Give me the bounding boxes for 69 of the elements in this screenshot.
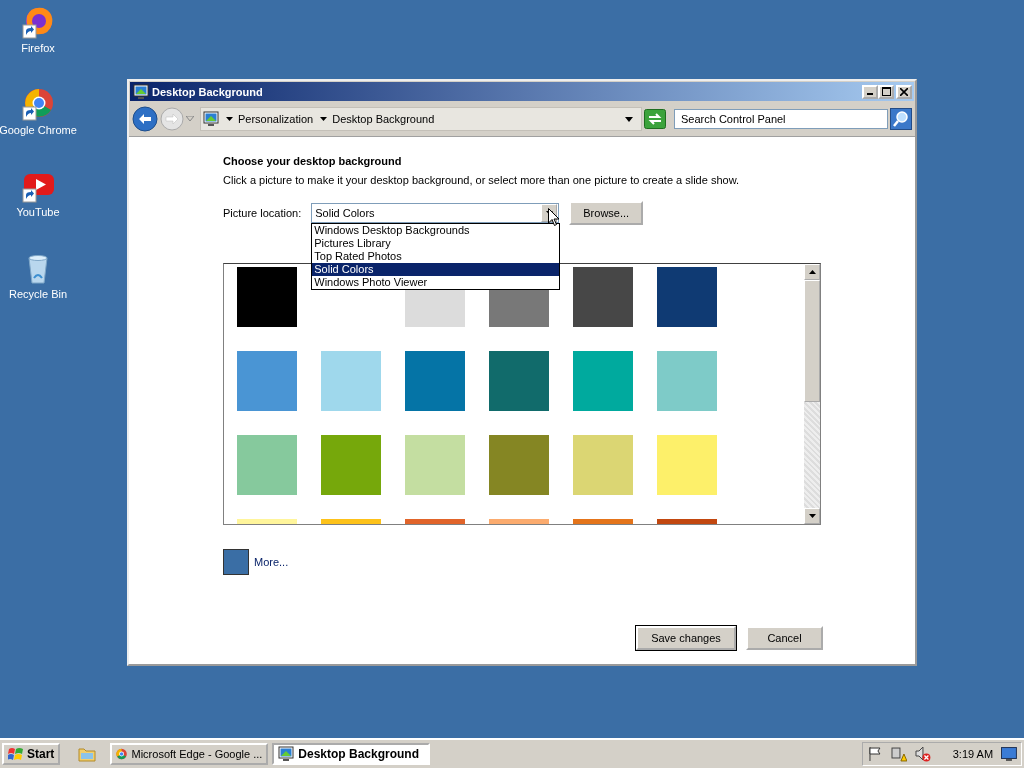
flag-icon[interactable] xyxy=(867,746,883,762)
browser-logo-icon xyxy=(116,746,128,762)
icon-label[interactable]: Google Chrome xyxy=(0,124,77,136)
browser-logo-icon[interactable] xyxy=(21,88,55,122)
color-swatch[interactable] xyxy=(489,351,549,411)
caret-icon[interactable] xyxy=(226,117,233,121)
monitor-icon xyxy=(133,83,149,100)
caret-icon[interactable] xyxy=(320,117,328,121)
close-button[interactable] xyxy=(896,84,912,99)
color-swatch[interactable] xyxy=(321,351,381,411)
clock[interactable]: 3:19 AM xyxy=(952,748,994,760)
network-warning-icon[interactable] xyxy=(890,746,907,762)
current-color-swatch[interactable] xyxy=(223,549,249,575)
save-button[interactable]: Save changes xyxy=(636,626,736,650)
dropdown-option[interactable]: Solid Colors xyxy=(312,263,560,276)
more-link[interactable]: More... xyxy=(254,556,289,568)
address-bar[interactable]: Personalization Desktop Background xyxy=(200,107,642,131)
color-swatch[interactable] xyxy=(321,435,381,495)
windows-flag-icon xyxy=(8,747,24,761)
close-icon xyxy=(900,87,908,96)
icon-label[interactable]: Recycle Bin xyxy=(8,288,68,300)
monitor-icon xyxy=(278,746,295,762)
dropdown-option[interactable]: Windows Photo Viewer xyxy=(312,276,560,289)
back-button[interactable] xyxy=(132,106,158,132)
dropdown-option[interactable]: Top Rated Photos xyxy=(312,250,560,263)
scrollbar[interactable] xyxy=(804,264,820,524)
color-swatch[interactable] xyxy=(657,267,717,327)
minimize-icon xyxy=(867,93,873,95)
control-panel-icon xyxy=(203,111,219,127)
fox-logo-icon[interactable] xyxy=(21,6,55,40)
color-swatch[interactable] xyxy=(237,267,297,327)
scroll-down-icon[interactable] xyxy=(808,514,816,518)
speaker-muted-icon[interactable] xyxy=(914,746,931,762)
browse-button[interactable]: Browse... xyxy=(569,201,644,225)
refresh-button[interactable] xyxy=(644,109,666,129)
search-icon[interactable] xyxy=(890,108,912,130)
window-title: Desktop Background xyxy=(152,85,263,98)
cancel-button[interactable]: Cancel xyxy=(746,626,823,650)
icon-label[interactable]: Firefox xyxy=(21,42,55,54)
dropdown-caret-icon[interactable] xyxy=(625,116,633,122)
breadcrumb[interactable]: Personalization xyxy=(238,113,314,125)
field-label: Picture location: xyxy=(223,207,302,219)
color-swatch[interactable] xyxy=(573,435,633,495)
taskbar-button[interactable]: Desktop Background xyxy=(272,743,431,765)
taskbar-button[interactable]: Microsoft Edge - Google ... xyxy=(110,743,269,765)
color-swatch[interactable] xyxy=(405,435,465,495)
color-swatch[interactable] xyxy=(489,435,549,495)
minimize-button[interactable] xyxy=(862,84,878,99)
icon-label[interactable]: YouTube xyxy=(16,206,60,218)
scroll-up-icon[interactable] xyxy=(808,270,816,274)
description-text: Click a picture to make it your desktop background, or select more than one picture to create a slide show. xyxy=(223,174,741,186)
search-field[interactable]: Search Control Panel xyxy=(674,109,888,129)
start-button[interactable]: Start xyxy=(2,743,61,765)
picture-location-dropdown[interactable]: Solid Colors xyxy=(311,203,560,223)
color-swatch[interactable] xyxy=(573,351,633,411)
maximize-button[interactable] xyxy=(878,84,894,99)
section-heading: Choose your desktop background xyxy=(223,155,403,167)
color-swatch[interactable] xyxy=(237,435,297,495)
show-desktop-icon[interactable] xyxy=(1001,747,1017,761)
dropdown-option[interactable]: Pictures Library xyxy=(312,237,560,250)
history-caret-icon[interactable] xyxy=(186,116,194,122)
maximize-icon xyxy=(881,87,891,96)
dropdown-option[interactable]: Windows Desktop Backgrounds xyxy=(312,224,560,237)
color-swatch[interactable] xyxy=(573,267,633,327)
color-swatch[interactable] xyxy=(237,351,297,411)
color-swatch[interactable] xyxy=(405,351,465,411)
color-swatch[interactable] xyxy=(657,435,717,495)
breadcrumb[interactable]: Desktop Background xyxy=(332,113,435,125)
color-swatch[interactable] xyxy=(657,351,717,411)
